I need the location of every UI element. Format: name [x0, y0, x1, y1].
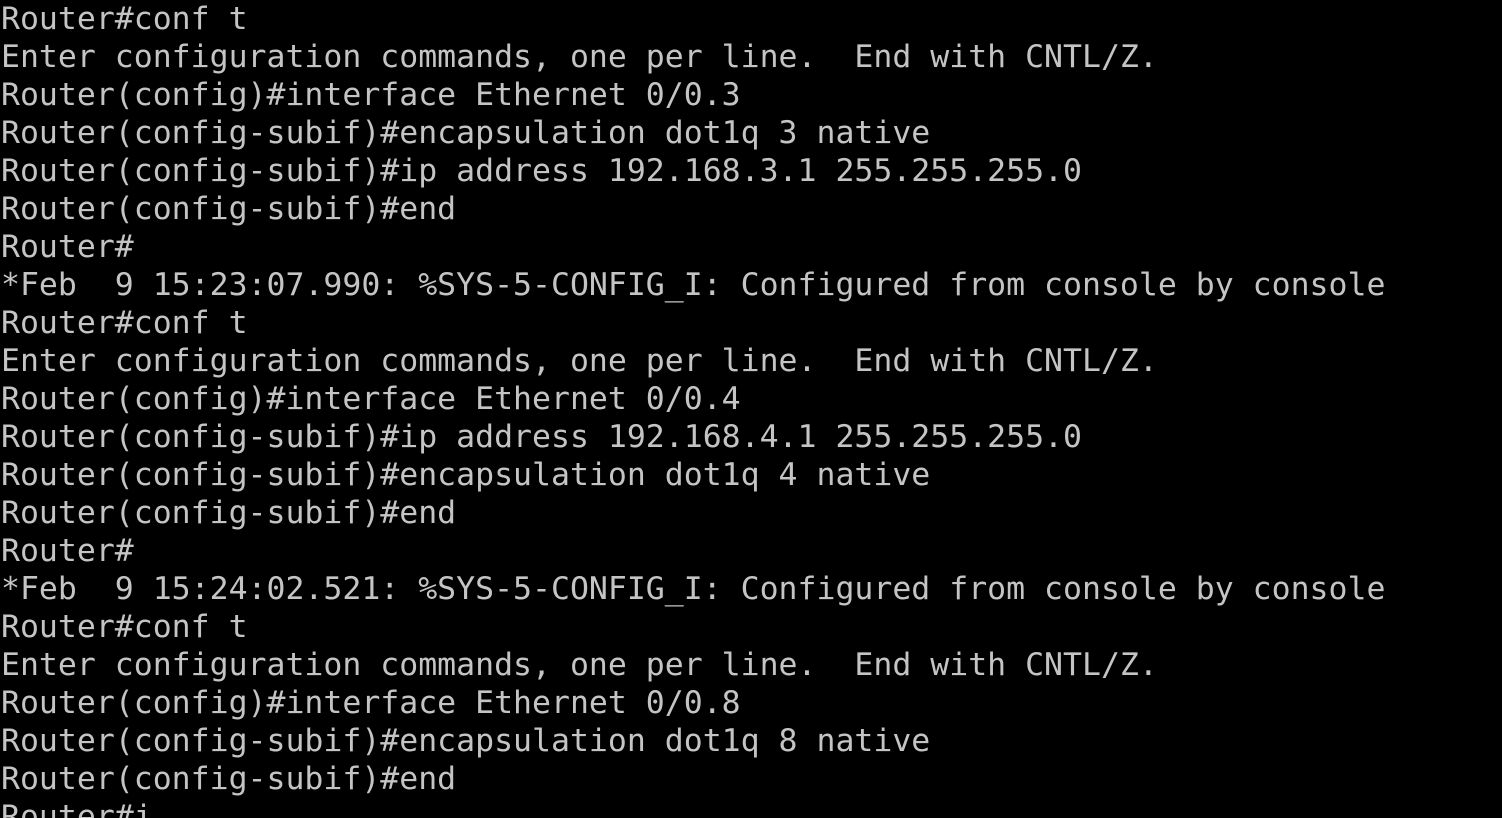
terminal-line: Router#conf t — [1, 1, 248, 37]
terminal-line: Enter configuration commands, one per li… — [1, 343, 1158, 379]
terminal-line: Router(config)#interface Ethernet 0/0.4 — [1, 381, 741, 417]
terminal-line: Router(config-subif)#ip address 192.168.… — [1, 419, 1082, 455]
terminal-line: Router(config-subif)#end — [1, 761, 457, 797]
terminal-line: Router(config-subif)#encapsulation dot1q… — [1, 723, 931, 759]
terminal-line: *Feb 9 15:24:02.521: %SYS-5-CONFIG_I: Co… — [1, 571, 1386, 607]
terminal-line: Router#conf t — [1, 305, 248, 341]
terminal-line: Router(config-subif)#end — [1, 495, 457, 531]
terminal-line: Router(config-subif)#encapsulation dot1q… — [1, 457, 931, 493]
terminal-line: Router#conf t — [1, 609, 248, 645]
terminal-line: Enter configuration commands, one per li… — [1, 39, 1158, 75]
terminal-line: Router(config)#interface Ethernet 0/0.8 — [1, 685, 741, 721]
terminal-line: Router(config-subif)#encapsulation dot1q… — [1, 115, 931, 151]
terminal-line: Router(config-subif)#end — [1, 191, 457, 227]
terminal-window[interactable]: Router#conf t Enter configuration comman… — [0, 0, 1502, 818]
terminal-line: *Feb 9 15:23:07.990: %SYS-5-CONFIG_I: Co… — [1, 267, 1386, 303]
terminal-line: Router# — [1, 229, 134, 265]
terminal-line: Enter configuration commands, one per li… — [1, 647, 1158, 683]
terminal-line: Router# — [1, 533, 134, 569]
terminal-output: Router#conf t Enter configuration comman… — [1, 0, 1385, 818]
terminal-line: Router(config)#interface Ethernet 0/0.3 — [1, 77, 741, 113]
terminal-prompt-line[interactable]: Router#i — [1, 798, 1385, 818]
terminal-line: Router(config-subif)#ip address 192.168.… — [1, 153, 1082, 189]
